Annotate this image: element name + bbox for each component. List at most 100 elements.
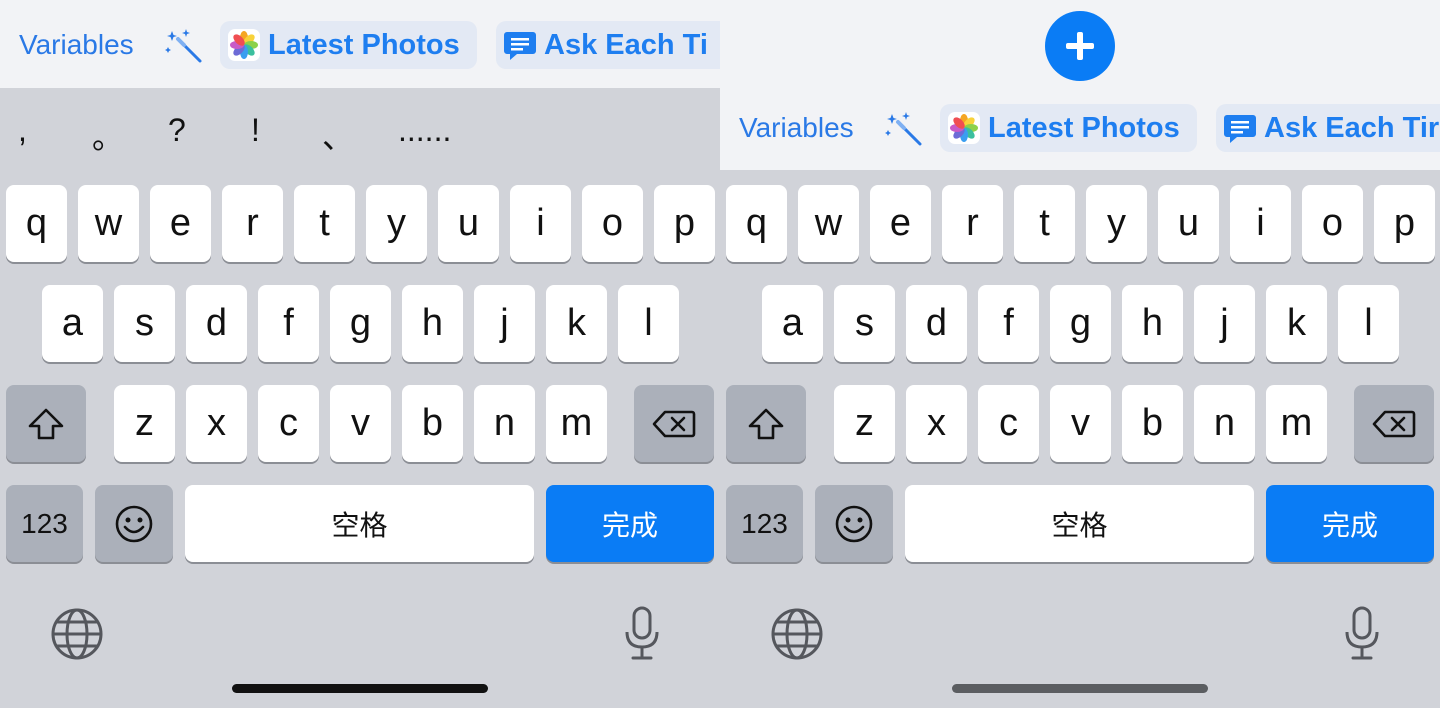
- key-d[interactable]: d: [906, 285, 967, 362]
- globe-icon[interactable]: [767, 604, 827, 664]
- key-k[interactable]: k: [1266, 285, 1327, 362]
- key-i[interactable]: i: [510, 185, 571, 262]
- space-key[interactable]: 空格: [905, 485, 1254, 562]
- key-c[interactable]: c: [978, 385, 1039, 462]
- key-y[interactable]: y: [366, 185, 427, 262]
- ask-each-time-label: Ask Each Ti: [544, 29, 708, 61]
- key-a[interactable]: a: [762, 285, 823, 362]
- latest-photos-chip[interactable]: Latest Photos: [940, 104, 1197, 152]
- key-h[interactable]: h: [1122, 285, 1183, 362]
- key-n[interactable]: n: [474, 385, 535, 462]
- magic-wand-icon[interactable]: [884, 110, 924, 148]
- key-e[interactable]: e: [870, 185, 931, 262]
- key-j[interactable]: j: [1194, 285, 1255, 362]
- keyboard-panel-right: Variables Latest Photos Ask Each Tir q w…: [720, 0, 1440, 708]
- key-b[interactable]: b: [1122, 385, 1183, 462]
- plus-icon[interactable]: [1045, 11, 1115, 81]
- variables-row: Variables: [720, 102, 1440, 156]
- candidate-item[interactable]: ......: [398, 112, 451, 149]
- key-y[interactable]: y: [1086, 185, 1147, 262]
- latest-photos-label: Latest Photos: [988, 112, 1180, 144]
- key-w[interactable]: w: [798, 185, 859, 262]
- done-key[interactable]: 完成: [546, 485, 714, 562]
- key-l[interactable]: l: [1338, 285, 1399, 362]
- shift-key[interactable]: [726, 385, 806, 462]
- key-z[interactable]: z: [834, 385, 895, 462]
- key-f[interactable]: f: [258, 285, 319, 362]
- candidate-bar: , 。 ? ! 、 ......: [0, 112, 720, 162]
- key-w[interactable]: w: [78, 185, 139, 262]
- key-j[interactable]: j: [474, 285, 535, 362]
- key-r[interactable]: r: [942, 185, 1003, 262]
- latest-photos-label: Latest Photos: [268, 29, 460, 61]
- key-o[interactable]: o: [582, 185, 643, 262]
- key-m[interactable]: m: [1266, 385, 1327, 462]
- key-x[interactable]: x: [906, 385, 967, 462]
- emoji-icon: [115, 505, 153, 542]
- variables-button[interactable]: Variables: [739, 112, 854, 144]
- variables-button[interactable]: Variables: [19, 29, 134, 61]
- key-v[interactable]: v: [1050, 385, 1111, 462]
- key-r[interactable]: r: [222, 185, 283, 262]
- key-s[interactable]: s: [834, 285, 895, 362]
- numbers-key[interactable]: 123: [726, 485, 803, 562]
- candidate-item[interactable]: !: [251, 112, 260, 149]
- emoji-key[interactable]: [815, 485, 893, 562]
- done-key[interactable]: 完成: [1266, 485, 1434, 562]
- numbers-key[interactable]: 123: [6, 485, 83, 562]
- key-e[interactable]: e: [150, 185, 211, 262]
- microphone-icon[interactable]: [612, 604, 672, 664]
- delete-key[interactable]: [1354, 385, 1434, 462]
- key-l[interactable]: l: [618, 285, 679, 362]
- message-icon: [1224, 115, 1256, 143]
- key-k[interactable]: k: [546, 285, 607, 362]
- variables-toolbar: Variables: [0, 0, 720, 88]
- microphone-icon[interactable]: [1332, 604, 1392, 664]
- delete-icon: [652, 410, 696, 437]
- key-u[interactable]: u: [438, 185, 499, 262]
- key-t[interactable]: t: [294, 185, 355, 262]
- key-g[interactable]: g: [1050, 285, 1111, 362]
- key-d[interactable]: d: [186, 285, 247, 362]
- delete-key[interactable]: [634, 385, 714, 462]
- key-i[interactable]: i: [1230, 185, 1291, 262]
- key-f[interactable]: f: [978, 285, 1039, 362]
- globe-icon[interactable]: [47, 604, 107, 664]
- candidate-item[interactable]: ?: [168, 112, 186, 149]
- key-c[interactable]: c: [258, 385, 319, 462]
- key-u[interactable]: u: [1158, 185, 1219, 262]
- key-v[interactable]: v: [330, 385, 391, 462]
- key-q[interactable]: q: [6, 185, 67, 262]
- key-p[interactable]: p: [654, 185, 715, 262]
- key-q[interactable]: q: [726, 185, 787, 262]
- key-h[interactable]: h: [402, 285, 463, 362]
- emoji-key[interactable]: [95, 485, 173, 562]
- home-indicator: [232, 684, 488, 693]
- key-s[interactable]: s: [114, 285, 175, 362]
- key-t[interactable]: t: [1014, 185, 1075, 262]
- photos-icon: [228, 29, 260, 61]
- shift-icon: [28, 408, 64, 439]
- candidate-item[interactable]: ,: [18, 112, 27, 149]
- key-p[interactable]: p: [1374, 185, 1435, 262]
- ask-each-time-chip[interactable]: Ask Each Ti: [496, 21, 720, 69]
- latest-photos-chip[interactable]: Latest Photos: [220, 21, 477, 69]
- emoji-icon: [835, 505, 873, 542]
- candidate-item[interactable]: 、: [322, 112, 354, 158]
- key-n[interactable]: n: [1194, 385, 1255, 462]
- message-icon: [504, 32, 536, 60]
- key-m[interactable]: m: [546, 385, 607, 462]
- shift-key[interactable]: [6, 385, 86, 462]
- magic-wand-icon[interactable]: [164, 27, 204, 65]
- photos-icon: [948, 112, 980, 144]
- key-g[interactable]: g: [330, 285, 391, 362]
- space-key[interactable]: 空格: [185, 485, 534, 562]
- key-a[interactable]: a: [42, 285, 103, 362]
- variables-row: Variables: [0, 19, 720, 73]
- key-x[interactable]: x: [186, 385, 247, 462]
- ask-each-time-chip[interactable]: Ask Each Tir: [1216, 104, 1440, 152]
- key-o[interactable]: o: [1302, 185, 1363, 262]
- key-b[interactable]: b: [402, 385, 463, 462]
- candidate-item[interactable]: 。: [92, 112, 124, 158]
- key-z[interactable]: z: [114, 385, 175, 462]
